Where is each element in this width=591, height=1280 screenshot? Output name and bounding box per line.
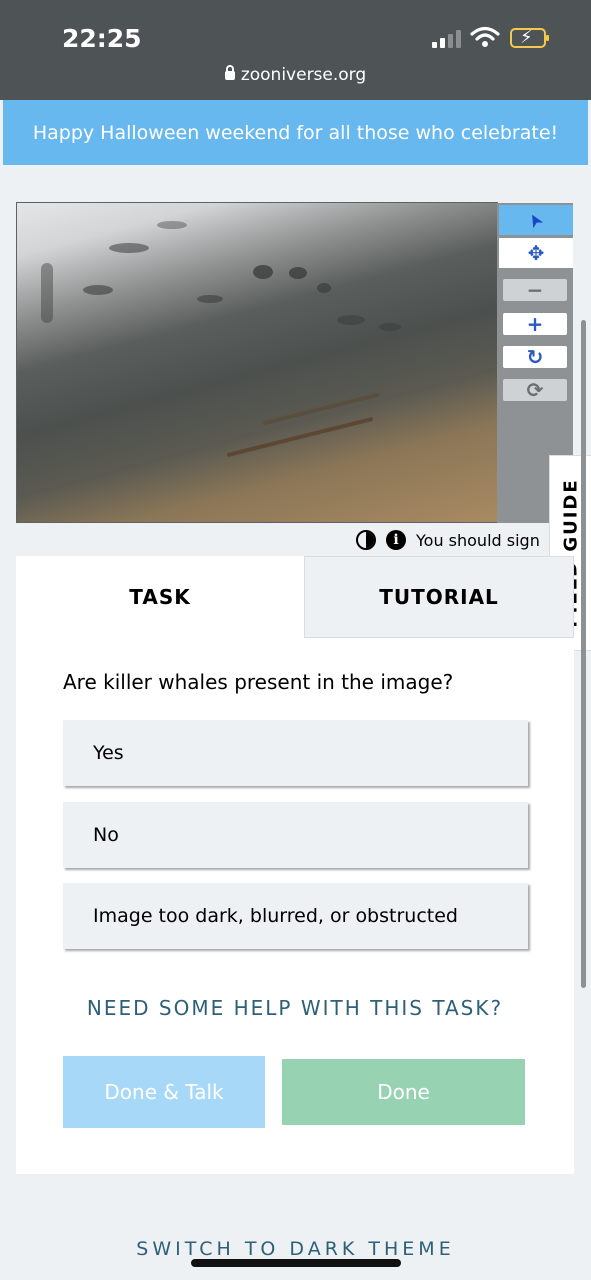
answer-no-button[interactable]: No	[63, 802, 528, 868]
scrollbar[interactable]	[581, 320, 586, 988]
clock: 22:25	[62, 24, 142, 53]
lock-icon	[224, 65, 235, 80]
answer-yes-button[interactable]: Yes	[63, 720, 528, 786]
move-arrows-icon: ✥	[527, 241, 545, 265]
status-bar: 22:25 ⚡ zooniverse.org	[0, 0, 591, 100]
contrast-icon[interactable]	[356, 530, 376, 550]
done-and-talk-button[interactable]: Done & Talk	[63, 1056, 265, 1128]
pan-tool-button[interactable]: ✥	[499, 238, 573, 268]
cellular-signal-icon	[432, 30, 461, 48]
done-button[interactable]: Done	[282, 1059, 525, 1125]
info-icon[interactable]: i	[386, 530, 406, 550]
subject-image[interactable]	[16, 202, 498, 523]
pointer-tool-button[interactable]: ➤	[499, 205, 573, 235]
battery-charging-icon: ⚡	[510, 27, 549, 48]
dark-theme-toggle[interactable]: SWITCH TO DARK THEME	[0, 1238, 591, 1260]
home-indicator[interactable]	[191, 1259, 401, 1267]
announcement-banner: Happy Halloween weekend for all those wh…	[3, 100, 588, 165]
task-question: Are killer whales present in the image?	[63, 670, 454, 694]
tab-task[interactable]: TASK	[16, 556, 304, 638]
refresh-icon: ⟳	[526, 378, 544, 402]
task-panel: TASK TUTORIAL Are killer whales present …	[16, 556, 574, 1174]
viewer-info-bar: i You should sign	[356, 528, 540, 552]
zoom-in-button[interactable]: +	[503, 312, 567, 336]
plus-icon: +	[526, 312, 544, 336]
tab-tutorial[interactable]: TUTORIAL	[304, 556, 574, 638]
arrow-pointer-icon: ➤	[523, 208, 549, 232]
zoom-out-button[interactable]: −	[503, 278, 567, 302]
sign-in-hint: You should sign	[416, 530, 540, 550]
reset-view-button[interactable]: ⟳	[503, 378, 567, 402]
rotate-button[interactable]: ↻	[503, 345, 567, 369]
rotate-icon: ↻	[526, 345, 544, 369]
minus-icon: −	[526, 278, 544, 302]
help-link[interactable]: NEED SOME HELP WITH THIS TASK?	[16, 996, 574, 1020]
url-text: zooniverse.org	[240, 65, 367, 85]
wifi-icon	[470, 26, 500, 47]
answer-obstructed-button[interactable]: Image too dark, blurred, or obstructed	[63, 883, 528, 949]
